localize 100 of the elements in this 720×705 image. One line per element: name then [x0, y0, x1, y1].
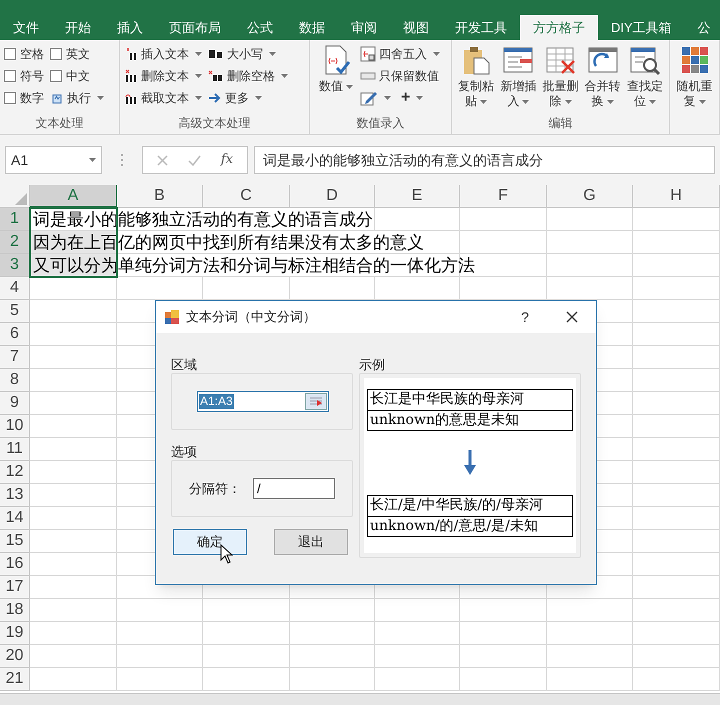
ribbon-large-button[interactable]: 复制粘贴	[456, 44, 496, 109]
column-header[interactable]: G	[547, 185, 633, 208]
grid-cell[interactable]	[30, 484, 117, 507]
grid-cell[interactable]	[547, 208, 633, 231]
checkbox[interactable]: 中文	[50, 66, 104, 85]
grid-cell[interactable]	[633, 484, 720, 507]
function-button[interactable]: fx	[220, 150, 233, 170]
ribbon-tab[interactable]: 视图	[390, 15, 442, 40]
grid-cell[interactable]	[30, 369, 117, 392]
grid-cell[interactable]	[290, 599, 375, 622]
column-header[interactable]: C	[203, 185, 290, 208]
grid-cell[interactable]	[460, 254, 547, 277]
grid-cell[interactable]	[117, 645, 203, 668]
row-header[interactable]: 13	[0, 484, 30, 507]
grid-cell[interactable]	[203, 599, 290, 622]
grid-cell[interactable]	[633, 231, 720, 254]
row-header[interactable]: 18	[0, 599, 30, 622]
grid-cell[interactable]	[375, 599, 460, 622]
separator-field[interactable]: /	[253, 478, 335, 499]
row-header[interactable]: 5	[0, 300, 30, 323]
grid-cell[interactable]	[633, 553, 720, 576]
column-header[interactable]: D	[290, 185, 375, 208]
grid-cell[interactable]	[375, 208, 460, 231]
grid-cell[interactable]	[30, 323, 117, 346]
ribbon-large-button[interactable]: 批量删除	[540, 44, 581, 109]
ribbon-tab[interactable]: 插入	[104, 15, 156, 40]
row-header[interactable]: 10	[0, 415, 30, 438]
grid-cell[interactable]	[460, 208, 547, 231]
row-header[interactable]: 1	[0, 208, 30, 231]
grid-cell[interactable]	[203, 645, 290, 668]
grid-cell[interactable]	[460, 645, 547, 668]
row-header[interactable]: 4	[0, 277, 30, 300]
row-header[interactable]: 19	[0, 622, 30, 645]
grid-cell[interactable]	[290, 645, 375, 668]
ribbon-button[interactable]: 删除文本	[124, 66, 202, 85]
row-header[interactable]: 11	[0, 438, 30, 461]
ribbon-large-button[interactable]: 查找定位	[624, 44, 666, 109]
grid-cell[interactable]	[30, 461, 117, 484]
grid-cell[interactable]	[633, 254, 720, 277]
grid-cell[interactable]	[30, 415, 117, 438]
row-header[interactable]: 15	[0, 530, 30, 553]
grid-cell[interactable]	[633, 208, 720, 231]
grid-cell[interactable]	[203, 668, 290, 691]
row-header[interactable]: 8	[0, 369, 30, 392]
name-box[interactable]: A1	[5, 146, 102, 174]
grid-cell[interactable]	[633, 415, 720, 438]
ribbon-tab[interactable]: 开始	[52, 15, 104, 40]
help-button[interactable]: ?	[510, 306, 540, 328]
dialog-button[interactable]: 退出	[274, 529, 348, 555]
grid-cell[interactable]	[290, 622, 375, 645]
grid-cell[interactable]	[460, 622, 547, 645]
grid-cell[interactable]	[633, 507, 720, 530]
row-header[interactable]: 6	[0, 323, 30, 346]
grid-cell[interactable]	[30, 300, 117, 323]
grid-cell[interactable]	[633, 392, 720, 415]
checkbox[interactable]: 符号	[4, 66, 44, 85]
grid-cell[interactable]	[117, 668, 203, 691]
grid-cell[interactable]	[375, 668, 460, 691]
grid-cell[interactable]	[30, 576, 117, 599]
grid-cell[interactable]	[633, 438, 720, 461]
row-header[interactable]: 17	[0, 576, 30, 599]
grid-cell[interactable]	[633, 277, 720, 300]
row-header[interactable]: 2	[0, 231, 30, 254]
ribbon-button[interactable]: 删除空格	[208, 66, 288, 85]
ribbon-tab[interactable]: 数据	[286, 15, 338, 40]
ribbon-button[interactable]: 执行	[50, 88, 104, 107]
grid-cell[interactable]	[547, 231, 633, 254]
grid-cell[interactable]	[30, 346, 117, 369]
ribbon-tab[interactable]: DIY工具箱	[598, 15, 685, 40]
grid-cell[interactable]	[290, 668, 375, 691]
grid-cell[interactable]	[633, 645, 720, 668]
ribbon-button[interactable]: +	[401, 88, 424, 107]
column-header[interactable]: B	[117, 185, 203, 208]
ribbon-button[interactable]: 插入文本	[124, 44, 202, 63]
grid-cell[interactable]	[547, 668, 633, 691]
ribbon-tab[interactable]: 文件	[0, 15, 52, 40]
grid-cell[interactable]	[30, 645, 117, 668]
grid-cell[interactable]	[460, 599, 547, 622]
grid-cell[interactable]	[460, 668, 547, 691]
ribbon-button[interactable]: 截取文本	[124, 88, 202, 107]
grid-cell[interactable]	[547, 622, 633, 645]
grid-cell[interactable]	[633, 599, 720, 622]
ribbon-large-button[interactable]: 新增插入	[498, 44, 538, 109]
row-header[interactable]: 14	[0, 507, 30, 530]
grid-cell[interactable]	[203, 622, 290, 645]
row-header[interactable]: 3	[0, 254, 30, 277]
checkbox[interactable]: 数字	[4, 88, 44, 107]
ribbon-button[interactable]: 大小写	[208, 44, 288, 63]
ribbon-button[interactable]: 四舍五入	[360, 44, 440, 63]
grid-cell[interactable]	[30, 599, 117, 622]
formula-field[interactable]: 词是最小的能够独立活动的有意义的语言成分	[254, 146, 715, 174]
grid-cell[interactable]	[633, 346, 720, 369]
checkbox[interactable]: 空格	[4, 44, 44, 63]
dialog-button[interactable]: 确定	[173, 529, 247, 555]
column-header[interactable]: A	[30, 185, 117, 208]
ribbon-large-button[interactable]: 数值	[314, 44, 358, 94]
grid-cell[interactable]	[30, 277, 117, 300]
grid-cell[interactable]	[375, 622, 460, 645]
grid-cell[interactable]	[460, 231, 547, 254]
ribbon-large-button[interactable]: 随机重复	[674, 44, 715, 109]
